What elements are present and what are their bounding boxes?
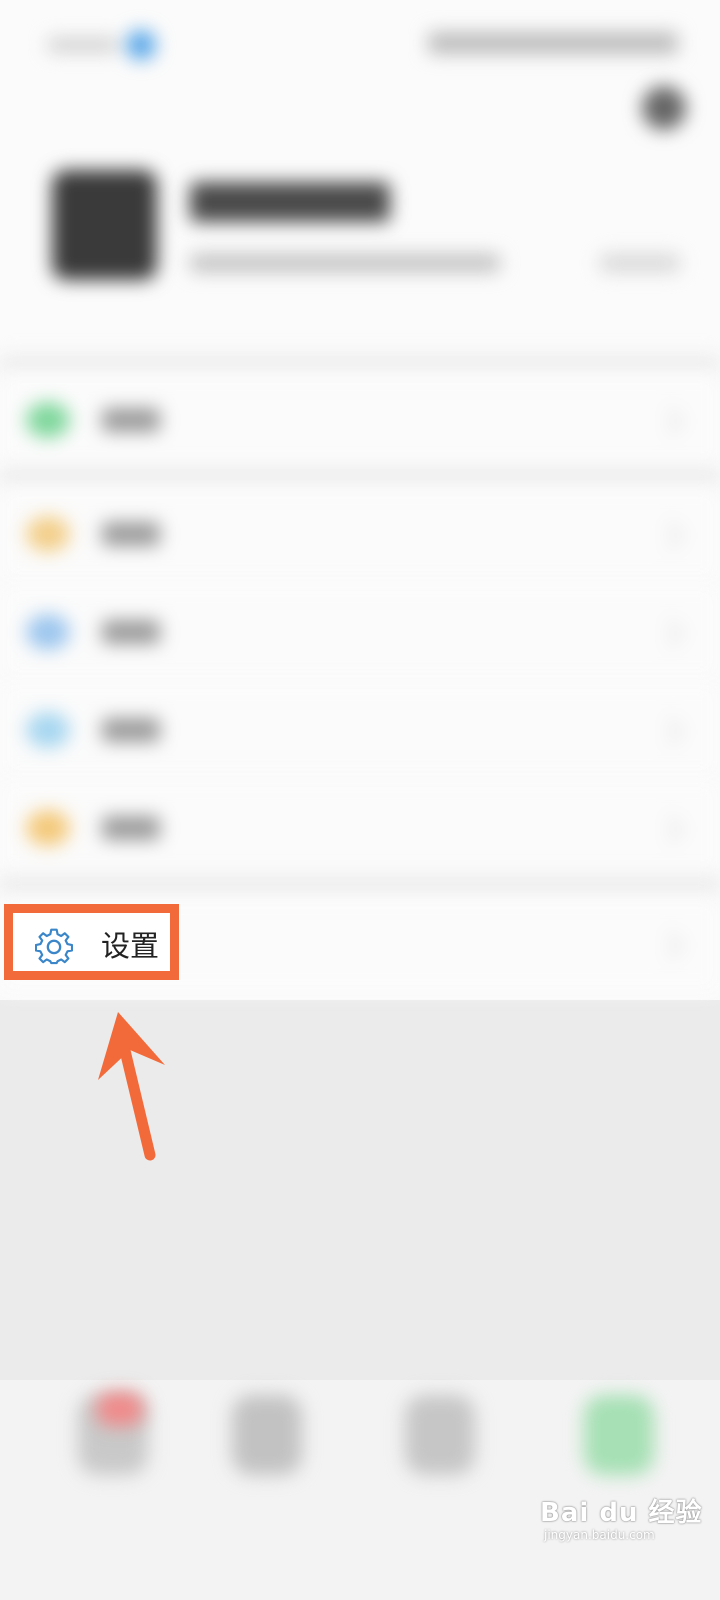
menu-row-label [102,620,160,644]
menu-row-1[interactable] [0,372,720,468]
status-bar-left [48,28,168,62]
arrow-up-icon [98,1012,165,1161]
menu-row-icon [26,614,70,650]
user-name [190,182,390,222]
menu-row-4[interactable] [0,682,720,778]
user-subtitle [190,254,500,272]
menu-row-label [102,718,160,742]
menu-row-icon [26,712,70,748]
status-bar-right [428,32,678,54]
menu-row-2[interactable] [0,486,720,582]
menu-row-label [102,816,160,840]
separator [0,876,720,898]
chevron-right-icon [656,718,683,745]
nav-item[interactable] [584,1395,654,1475]
menu-row-icon [26,402,70,438]
user-subtitle-right [600,254,680,272]
watermark: Bai du 经验 jingyan.baidu.com [540,1492,710,1552]
chevron-right-icon [656,408,683,435]
menu-row-3[interactable] [0,584,720,680]
watermark-site: jingyan.baidu.com [544,1528,655,1542]
menu-row-icon [26,810,70,846]
chevron-right-icon [656,932,683,959]
top-settings-icon[interactable] [642,86,686,130]
menu-row-label [102,408,160,432]
nav-item[interactable] [232,1395,302,1475]
chevron-right-icon [656,522,683,549]
menu-row-icon [26,516,70,552]
chevron-right-icon [656,620,683,647]
menu-row-label [102,522,160,546]
menu-row-5[interactable] [0,780,720,876]
gear-icon [35,928,73,965]
nav-badge [96,1392,144,1426]
nav-item[interactable] [405,1395,475,1475]
settings-menu-item[interactable]: 设置 [4,904,179,980]
settings-label: 设置 [101,929,160,963]
avatar[interactable] [52,170,157,280]
watermark-brand: Bai du 经验 [540,1498,703,1528]
chevron-right-icon [656,816,683,843]
